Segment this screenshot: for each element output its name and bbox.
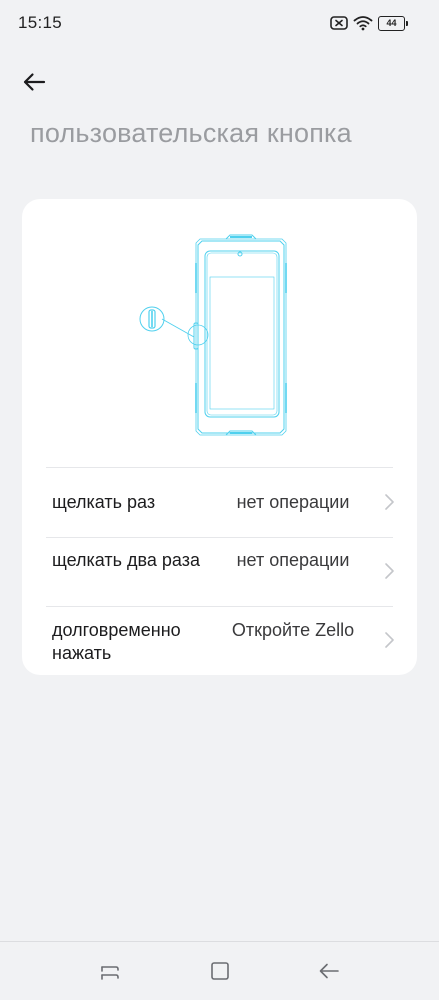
recent-apps-button[interactable]	[95, 956, 125, 986]
recent-apps-icon	[101, 966, 119, 980]
phone-side-button-illustration	[139, 234, 287, 436]
sim-off-icon	[330, 16, 348, 30]
setting-row-long-press[interactable]: долговременно нажать Откройте Zello	[46, 619, 394, 687]
status-bar: 15:15 44	[0, 0, 439, 48]
chevron-right-icon	[385, 494, 394, 510]
battery-icon: 44	[378, 15, 408, 31]
status-time: 15:15	[18, 13, 63, 32]
row-value: нет операции	[236, 550, 350, 570]
divider	[46, 606, 393, 607]
back-button[interactable]	[18, 66, 50, 98]
row-value: Откройте Zello	[231, 620, 355, 640]
chevron-right-icon	[385, 563, 394, 579]
home-icon	[211, 962, 229, 980]
row-value: нет операции	[236, 492, 350, 512]
status-icons: 44	[330, 14, 408, 32]
divider	[46, 537, 393, 538]
arrow-left-icon	[23, 73, 46, 91]
back-nav-button[interactable]	[314, 956, 344, 986]
back-nav-icon	[319, 963, 339, 979]
row-label: долговременно нажать	[52, 620, 181, 663]
page-title: пользовательская кнопка	[30, 118, 352, 148]
settings-card: щелкать раз нет операции щелкать два раз…	[22, 199, 417, 675]
row-label: щелкать два раза	[52, 550, 200, 570]
navigation-bar	[0, 941, 439, 1000]
row-label: щелкать раз	[52, 492, 156, 512]
home-button[interactable]	[205, 956, 235, 986]
chevron-right-icon	[385, 632, 394, 648]
wifi-icon	[353, 15, 373, 31]
divider	[46, 467, 393, 468]
